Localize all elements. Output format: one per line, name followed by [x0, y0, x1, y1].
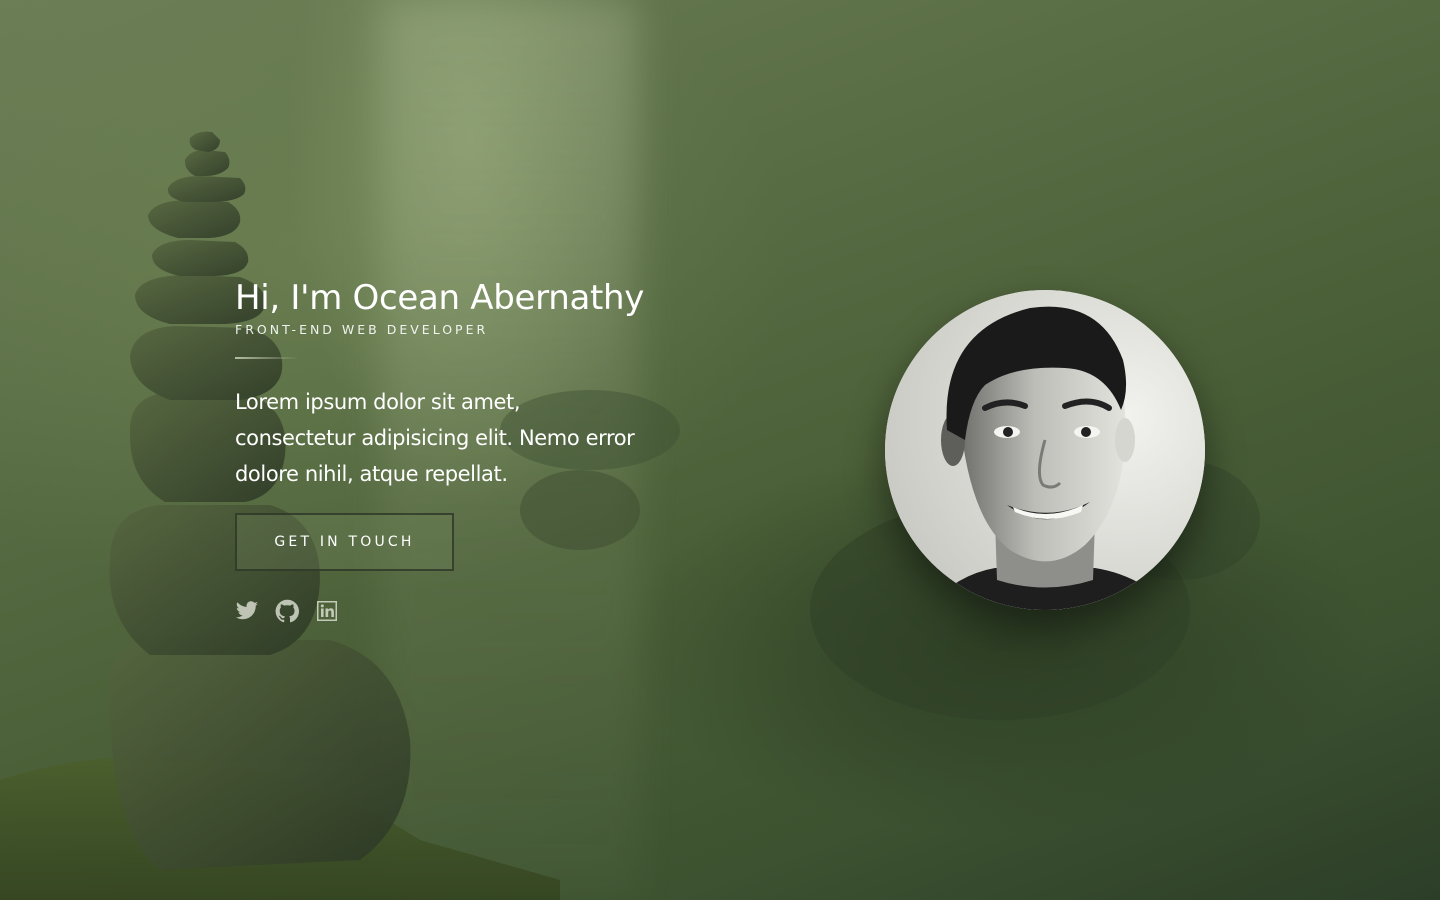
- hero-section: Hi, I'm Ocean Abernathy FRONT-END WEB DE…: [235, 276, 695, 623]
- twitter-icon: [236, 601, 258, 620]
- github-icon: [275, 599, 299, 623]
- background-image: [0, 131, 1260, 900]
- profile-photo: [885, 290, 1205, 610]
- page: Hi, I'm Ocean Abernathy FRONT-END WEB DE…: [0, 0, 1440, 900]
- hero-subtitle: FRONT-END WEB DEVELOPER: [235, 322, 489, 337]
- social-links: [235, 599, 695, 623]
- get-in-touch-button[interactable]: GET IN TOUCH: [235, 513, 454, 571]
- twitter-link[interactable]: [235, 599, 259, 623]
- linkedin-link[interactable]: [315, 599, 339, 623]
- hero-description: Lorem ipsum dolor sit amet, consectetur …: [235, 390, 635, 486]
- profile-photo-illustration: [885, 290, 1205, 610]
- github-link[interactable]: [275, 599, 299, 623]
- linkedin-icon: [317, 601, 337, 621]
- divider: [235, 357, 299, 359]
- hero-title: Hi, I'm Ocean Abernathy: [235, 278, 645, 318]
